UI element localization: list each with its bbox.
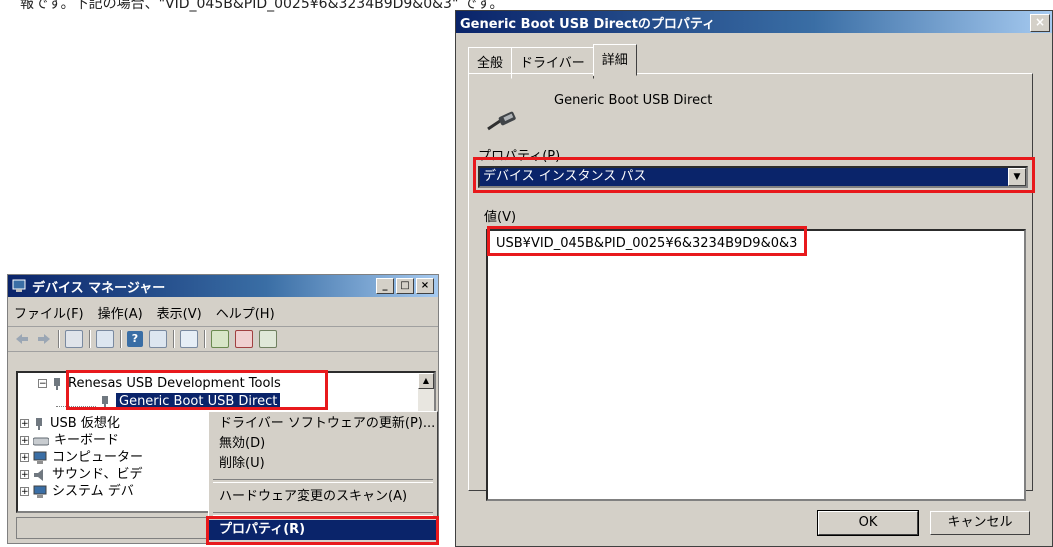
collapse-icon[interactable]: − [38, 379, 47, 389]
properties-view-icon[interactable] [96, 330, 114, 348]
tab-details[interactable]: 詳細 [592, 44, 637, 76]
speaker-icon [34, 468, 43, 481]
tree-label-system: システム デバ [52, 484, 134, 499]
menu-separator [213, 479, 433, 483]
dropdown-arrow-icon[interactable]: ▼ [1008, 168, 1026, 186]
menu-item-disable[interactable]: 無効(D) [209, 434, 437, 454]
keyboard-icon [33, 437, 49, 445]
usb-device-icon [102, 395, 108, 408]
expand-icon[interactable]: + [20, 453, 29, 463]
tree-row-system[interactable]: + システム デバ [20, 483, 134, 500]
back-arrow-icon[interactable] [14, 331, 30, 347]
menu-help[interactable]: ヘルプ(H) [216, 303, 275, 322]
device-name-label: Generic Boot USB Direct [554, 93, 713, 108]
expand-icon[interactable]: + [20, 487, 29, 497]
cancel-button[interactable]: キャンセル [930, 511, 1030, 535]
usb-device-icon [54, 377, 60, 390]
minimize-button[interactable]: _ [376, 278, 394, 294]
menu-view[interactable]: 表示(V) [157, 303, 202, 322]
menu-action[interactable]: 操作(A) [98, 303, 143, 322]
menu-item-properties[interactable]: プロパティ(R) [209, 520, 437, 540]
close-button[interactable]: × [416, 278, 434, 294]
property-select[interactable]: デバイス インスタンス パス ▼ [478, 166, 1028, 188]
value-label: 値(V) [484, 210, 517, 225]
top-instruction-text: 報です。下記の場合、"VID_045B&PID_0025¥6&3234B9D9&… [20, 0, 504, 12]
scan-hardware-icon[interactable] [180, 330, 198, 348]
toolbar-separator [58, 330, 59, 348]
device-manager-titlebar[interactable]: デバイス マネージャー _ □ × [8, 275, 438, 297]
tree-connector [56, 397, 96, 407]
help-icon[interactable]: ? [127, 331, 143, 347]
tree-label-usb-virtual: USB 仮想化 [50, 416, 120, 431]
ok-button[interactable]: OK [817, 510, 919, 536]
device-manager-title: デバイス マネージャー [32, 280, 166, 296]
forward-arrow-icon[interactable] [36, 331, 52, 347]
tree-label-generic-boot: Generic Boot USB Direct [116, 393, 281, 410]
system-device-icon [33, 485, 47, 498]
device-manager-icon [12, 279, 26, 292]
properties-dialog: Generic Boot USB Directのプロパティ × 全般 ドライバー… [455, 10, 1053, 547]
scroll-up-icon[interactable]: ▲ [418, 373, 434, 389]
menu-item-scan[interactable]: ハードウェア変更のスキャン(A) [209, 487, 437, 507]
expand-icon[interactable]: + [20, 470, 29, 480]
menu-file[interactable]: ファイル(F) [14, 303, 84, 322]
device-manager-toolbar: ? [8, 327, 438, 352]
tree-view-icon[interactable] [65, 330, 83, 348]
properties-titlebar[interactable]: Generic Boot USB Directのプロパティ × [456, 11, 1052, 33]
update-driver-icon[interactable] [211, 330, 229, 348]
usb-device-icon [36, 417, 42, 430]
dialog-close-button[interactable]: × [1030, 14, 1050, 32]
menu-item-update-driver[interactable]: ドライバー ソフトウェアの更新(P)... [209, 414, 437, 434]
expand-icon[interactable]: + [20, 419, 29, 429]
tree-row-generic-boot[interactable]: Generic Boot USB Direct [56, 393, 281, 410]
usb-cable-icon [487, 111, 516, 131]
device-manager-menubar: ファイル(F) 操作(A) 表示(V) ヘルプ(H) [8, 297, 438, 327]
tree-row-keyboard[interactable]: + キーボード [20, 432, 119, 449]
show-hidden-icon[interactable] [149, 330, 167, 348]
tree-label-keyboard: キーボード [54, 433, 120, 448]
value-text[interactable]: USB¥VID_045B&PID_0025¥6&3234B9D9&0&3 [496, 236, 797, 251]
tree-label-renesas: Renesas USB Development Tools [68, 376, 281, 391]
menu-separator [213, 512, 433, 516]
toolbar-separator [120, 330, 121, 348]
tree-label-computer: コンピューター [52, 450, 144, 465]
context-menu: ドライバー ソフトウェアの更新(P)... 無効(D) 削除(U) ハードウェア… [208, 411, 438, 544]
maximize-button[interactable]: □ [396, 278, 414, 294]
properties-title: Generic Boot USB Directのプロパティ [460, 16, 716, 32]
tree-row-usb-virtual[interactable]: + USB 仮想化 [20, 415, 120, 432]
property-selected-value: デバイス インスタンス パス [483, 169, 647, 184]
uninstall-icon[interactable] [235, 330, 253, 348]
toolbar-separator [89, 330, 90, 348]
tree-row-computer[interactable]: + コンピューター [20, 449, 143, 466]
toolbar-separator [204, 330, 205, 348]
enable-device-icon[interactable] [259, 330, 277, 348]
expand-icon[interactable]: + [20, 436, 29, 446]
menu-item-uninstall[interactable]: 削除(U) [209, 454, 437, 474]
tree-row-sound[interactable]: + サウンド、ビデ [20, 466, 142, 483]
toolbar-separator [173, 330, 174, 348]
property-label: プロパティ(P) [478, 149, 561, 164]
computer-icon [33, 451, 47, 464]
tree-label-sound: サウンド、ビデ [52, 467, 143, 482]
tree-row-renesas[interactable]: − Renesas USB Development Tools [38, 375, 281, 392]
value-listbox[interactable]: USB¥VID_045B&PID_0025¥6&3234B9D9&0&3 [486, 229, 1026, 501]
